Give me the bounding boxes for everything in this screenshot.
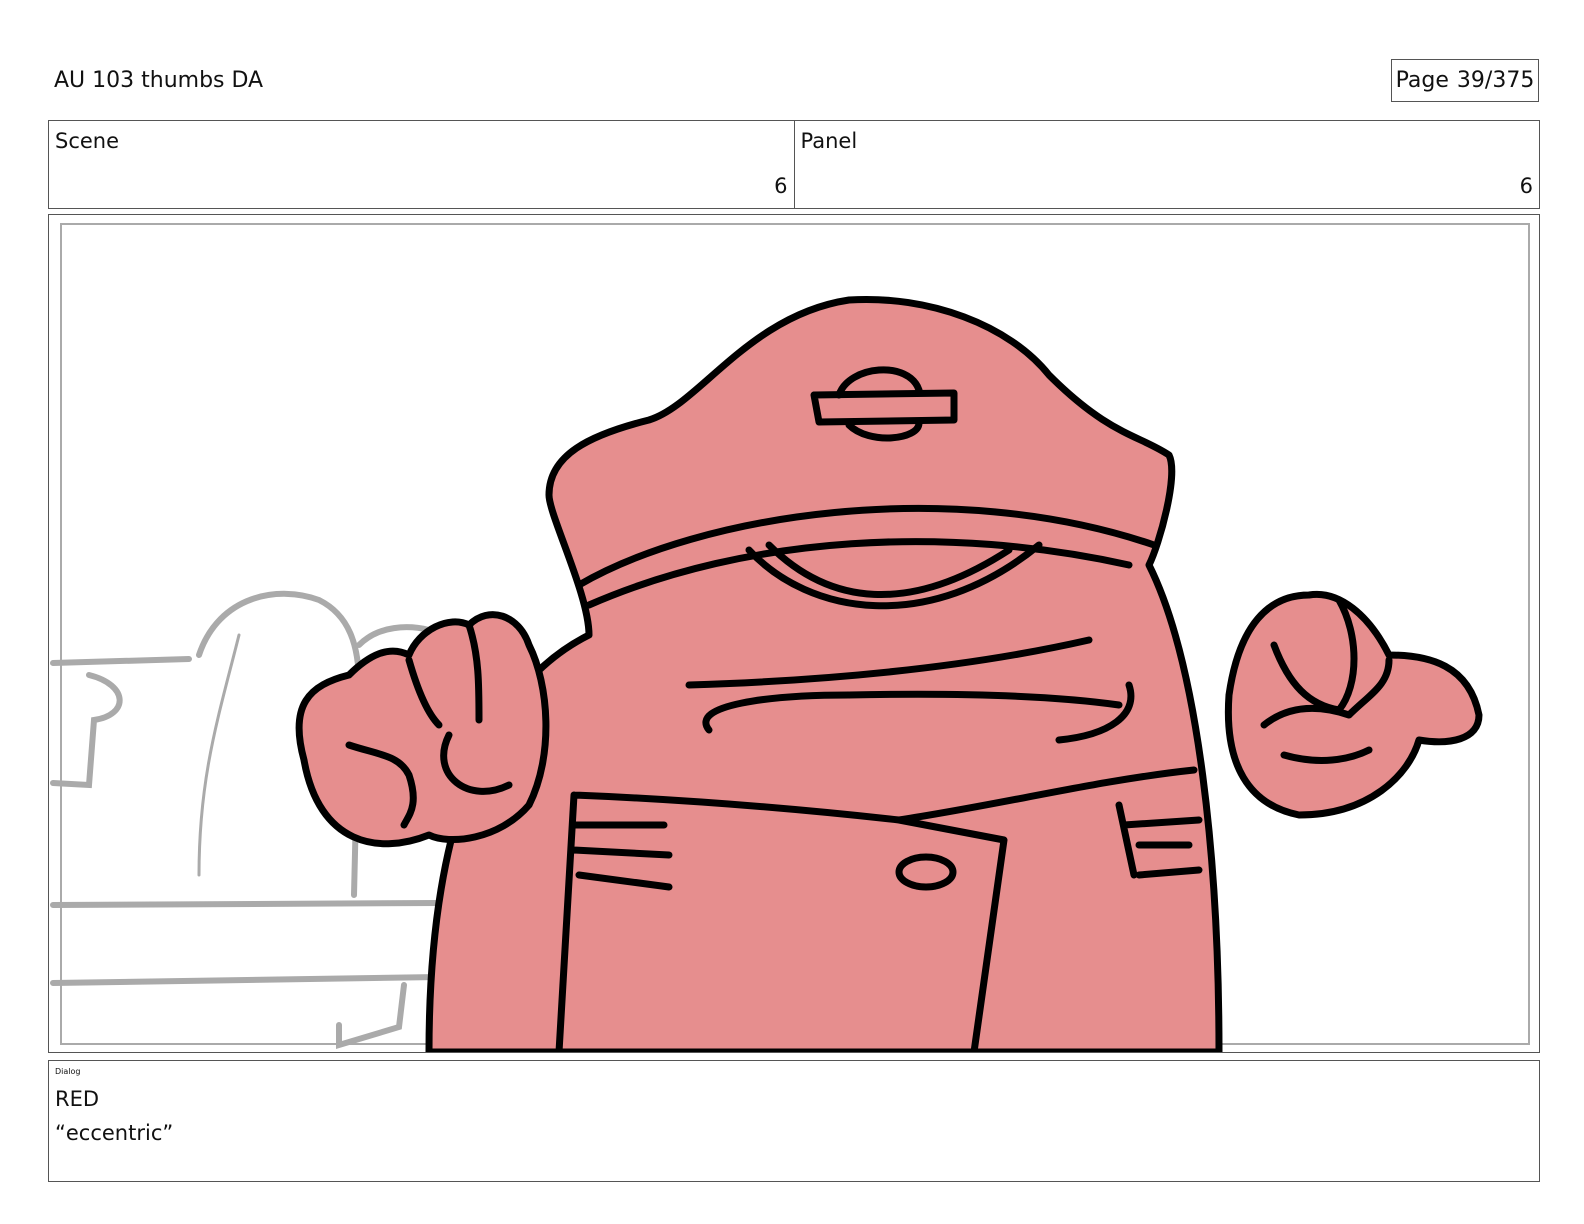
scene-label: Scene xyxy=(55,129,120,153)
dialog-box: Dialog RED “eccentric” xyxy=(48,1060,1540,1182)
scene-cell: Scene 6 xyxy=(49,121,794,208)
document-title: AU 103 thumbs DA xyxy=(54,68,264,93)
page-number: 39/375 xyxy=(1456,68,1535,93)
dialog-line: “eccentric” xyxy=(55,1121,174,1145)
storyboard-drawing xyxy=(50,295,1483,1052)
dialog-character: RED xyxy=(55,1087,100,1111)
character-red xyxy=(295,295,1483,1052)
page-label: Page xyxy=(1395,68,1449,93)
dialog-label: Dialog xyxy=(55,1067,81,1076)
scene-panel-header: Scene 6 Panel 6 xyxy=(48,120,1540,209)
scene-number: 6 xyxy=(774,174,788,198)
panel-number: 6 xyxy=(1519,174,1533,198)
storyboard-panel-frame xyxy=(48,214,1540,1053)
panel-cell: Panel 6 xyxy=(793,121,1540,208)
left-fist xyxy=(295,611,550,848)
panel-label: Panel xyxy=(800,129,858,153)
page-indicator: Page 39/375 xyxy=(1391,59,1539,102)
